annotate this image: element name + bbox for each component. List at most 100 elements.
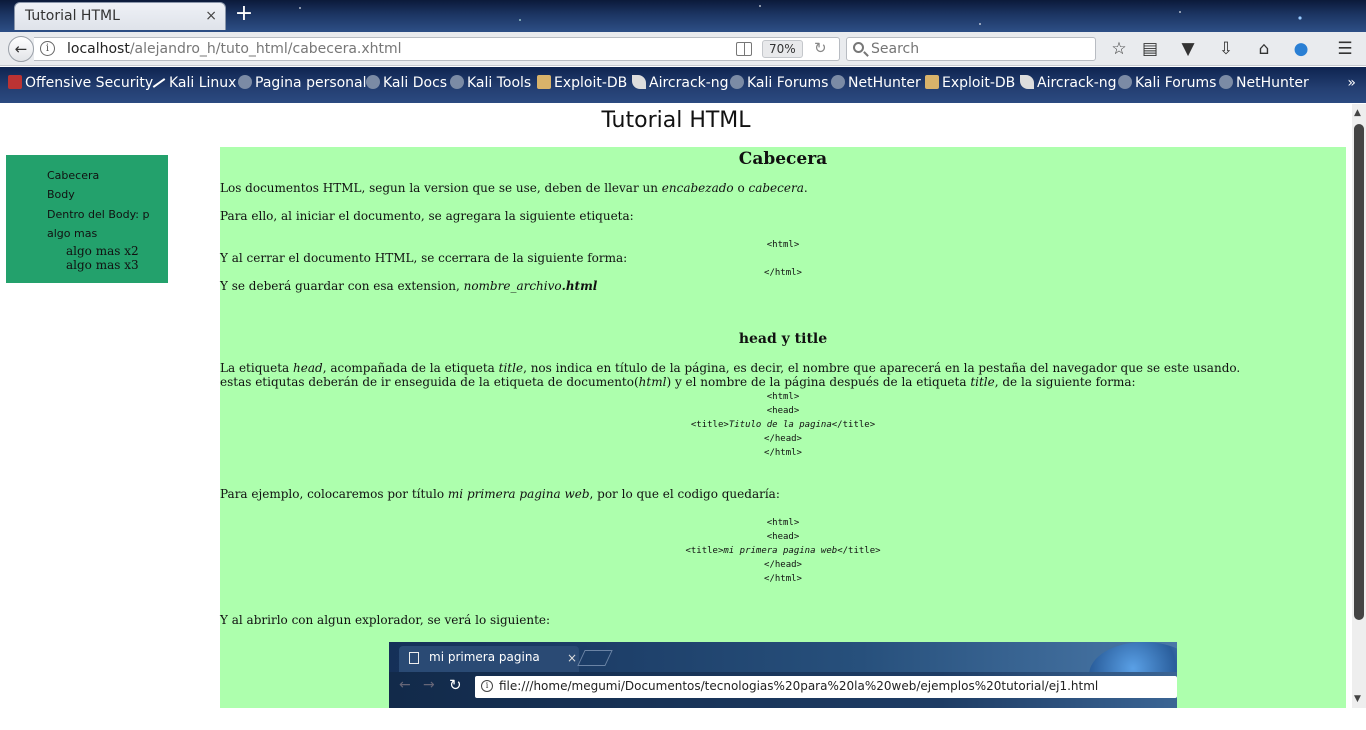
code-line: <html>	[766, 518, 800, 528]
globe-icon	[238, 75, 252, 89]
tab-bar: Tutorial HTML × +	[0, 0, 1366, 32]
back-button[interactable]: ←	[8, 36, 34, 62]
paragraph-abrirlo: Y al abrirlo con algun explorador, se ve…	[220, 613, 551, 627]
library-icon[interactable]: ▤	[1139, 38, 1161, 60]
bookmark-exploit-db-2[interactable]: Exploit-DB	[925, 75, 1015, 95]
search-input[interactable]	[871, 40, 1091, 58]
bookmark-nethunter-2[interactable]: NetHunter	[1219, 75, 1309, 95]
section-heading-cabecera: Cabecera	[738, 149, 828, 169]
bookmark-kali-linux[interactable]: Kali Linux	[152, 75, 236, 95]
vertical-scrollbar[interactable]: ▲ ▼	[1352, 104, 1366, 708]
paragraph-etiqutas-orden: estas etiqutas deberán de ir enseguida d…	[220, 375, 1136, 389]
bookmark-star-icon[interactable]: ☆	[1108, 38, 1130, 60]
code-line: </html>	[764, 574, 802, 584]
globe-icon	[366, 75, 380, 89]
example-browser-screenshot: mi primera pagina × ← → ↻ i file:///home…	[389, 642, 1177, 708]
exploit-db-icon	[537, 75, 551, 89]
example-forward-icon: →	[423, 677, 435, 693]
bookmark-kali-forums-2[interactable]: Kali Forums	[1118, 75, 1216, 95]
code-line: <head>	[766, 532, 800, 542]
home-icon[interactable]: ⌂	[1253, 38, 1275, 60]
globe-icon	[1219, 75, 1233, 89]
download-icon[interactable]: ⇩	[1215, 38, 1237, 60]
code-line: <html>	[766, 392, 800, 402]
url-host: localhost	[67, 41, 130, 57]
paragraph-intro: Los documentos HTML, segun la version qu…	[220, 181, 808, 195]
sidebar-item-cabecera[interactable]: Cabecera	[47, 169, 99, 182]
code-line: </head>	[764, 434, 802, 444]
sidebar-item-algo-mas[interactable]: algo mas	[47, 227, 97, 240]
tab-title: Tutorial HTML	[25, 8, 120, 24]
exploit-db-icon	[925, 75, 939, 89]
url-bar[interactable]: i localhost/alejandro_h/tuto_html/cabece…	[34, 37, 840, 61]
menu-icon[interactable]: ☰	[1334, 38, 1356, 60]
bookmark-aircrack-ng-2[interactable]: Aircrack-ng	[1020, 75, 1117, 95]
bookmark-exploit-db[interactable]: Exploit-DB	[537, 75, 627, 95]
sidebar-item-dentro-del-body[interactable]: Dentro del Body: p	[47, 208, 150, 221]
active-tab[interactable]: Tutorial HTML ×	[14, 2, 226, 30]
example-nav-bar: ← → ↻ i file:///home/megumi/Documentos/t…	[389, 672, 1177, 708]
globe-icon	[730, 75, 744, 89]
globe-icon	[831, 75, 845, 89]
reload-icon[interactable]: ↻	[814, 39, 827, 57]
zoom-level-button[interactable]: 70%	[762, 40, 803, 58]
scroll-down-icon[interactable]: ▼	[1354, 694, 1361, 704]
example-info-icon: i	[481, 680, 493, 692]
info-icon[interactable]: i	[40, 41, 55, 56]
paragraph-ejemplo: Para ejemplo, colocaremos por título mi …	[220, 487, 780, 501]
aircrack-icon	[1020, 75, 1034, 89]
bookmark-aircrack-ng[interactable]: Aircrack-ng	[632, 75, 729, 95]
reader-view-icon[interactable]	[736, 42, 752, 56]
code-line: </html>	[764, 448, 802, 458]
aircrack-icon	[632, 75, 646, 89]
example-url-text: file:///home/megumi/Documentos/tecnologi…	[499, 679, 1099, 693]
search-bar[interactable]	[846, 37, 1096, 61]
example-reload-icon: ↻	[449, 676, 462, 694]
example-url-bar: i file:///home/megumi/Documentos/tecnolo…	[475, 676, 1177, 698]
example-close-icon: ×	[567, 651, 578, 665]
paragraph-etiqueta: Para ello, al iniciar el documento, se a…	[220, 209, 634, 223]
paragraph-head-title: La etiqueta head, acompañada de la etiqu…	[220, 361, 1241, 375]
url-path: /alejandro_h/tuto_html/cabecera.xhtml	[129, 41, 402, 57]
sidebar-nav: Cabecera Body Dentro del Body: p algo ma…	[6, 155, 168, 283]
bookmark-offensive-security[interactable]: Offensive Security	[8, 75, 153, 95]
paragraph-cerrar: Y al cerrar el documento HTML, se ccerra…	[220, 251, 628, 265]
example-back-icon: ←	[399, 677, 411, 693]
globe-icon	[1118, 75, 1132, 89]
paragraph-extension: Y se deberá guardar con esa extension, n…	[220, 279, 598, 293]
url-text[interactable]: localhost/alejandro_h/tuto_html/cabecera…	[67, 41, 402, 57]
search-icon	[853, 42, 864, 53]
code-line-title-example: <title>mi primera pagina web</title>	[685, 546, 881, 556]
bookmark-pagina-personal[interactable]: Pagina personal	[238, 75, 367, 95]
extension-icon[interactable]: ●	[1290, 38, 1312, 60]
pocket-icon[interactable]: ▼	[1177, 38, 1199, 60]
code-html-close: </html>	[764, 268, 802, 278]
sidebar-item-body[interactable]: Body	[47, 188, 75, 201]
page-viewport: Tutorial HTML Cabecera Body Dentro del B…	[0, 104, 1352, 730]
document-icon	[409, 652, 419, 664]
scroll-up-icon[interactable]: ▲	[1354, 108, 1361, 118]
sidebar-subitem-algo-mas-x2[interactable]: algo mas x2	[66, 244, 139, 258]
new-tab-button[interactable]: +	[234, 2, 254, 28]
bookmark-kali-forums[interactable]: Kali Forums	[730, 75, 828, 95]
main-content: Cabecera Los documentos HTML, segun la v…	[220, 147, 1346, 708]
example-tab: mi primera pagina ×	[399, 646, 579, 672]
bookmark-kali-docs[interactable]: Kali Docs	[366, 75, 447, 95]
page-title: Tutorial HTML	[601, 108, 751, 133]
navigation-toolbar: ← i localhost/alejandro_h/tuto_html/cabe…	[0, 32, 1366, 66]
bookmark-nethunter[interactable]: NetHunter	[831, 75, 921, 95]
globe-icon	[450, 75, 464, 89]
code-line: </head>	[764, 560, 802, 570]
sidebar-subitem-algo-mas-x3[interactable]: algo mas x3	[66, 258, 139, 272]
code-html-open: <html>	[766, 240, 800, 250]
tab-close-icon[interactable]: ×	[205, 8, 217, 24]
scrollbar-thumb[interactable]	[1354, 124, 1364, 620]
bookmarks-overflow-chevron-icon[interactable]: »	[1347, 75, 1356, 91]
code-line: <head>	[766, 406, 800, 416]
back-icon: ←	[14, 40, 28, 58]
bookmarks-toolbar: Offensive Security Kali Linux Pagina per…	[0, 67, 1366, 103]
bookmark-kali-tools[interactable]: Kali Tools	[450, 75, 531, 95]
example-tab-title: mi primera pagina	[429, 650, 540, 664]
section-heading-head-y-title: head y title	[738, 331, 828, 347]
kali-dragon-icon	[152, 78, 166, 88]
